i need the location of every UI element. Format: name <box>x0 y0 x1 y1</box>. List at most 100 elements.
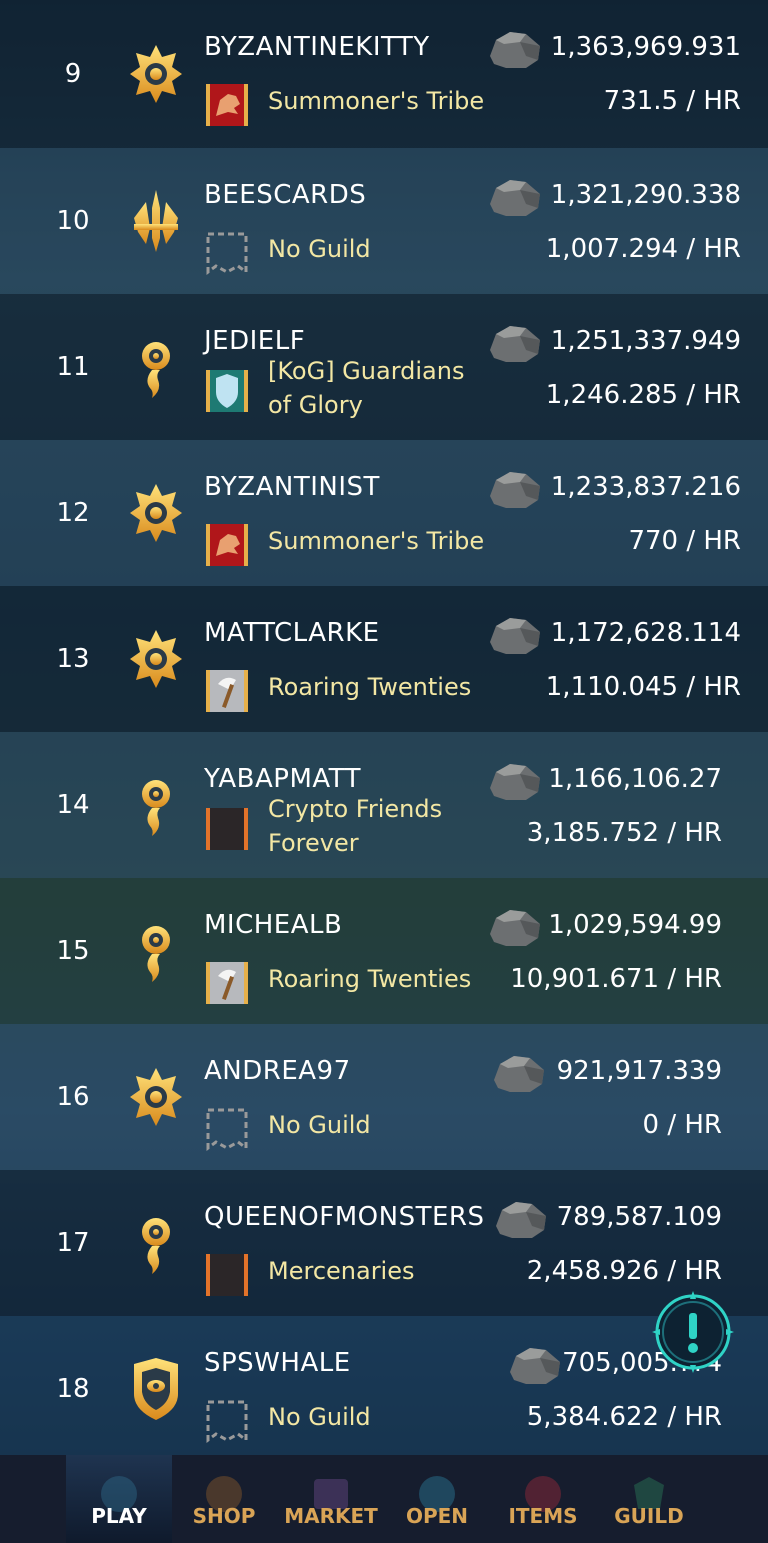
tab-open[interactable]: OPEN <box>390 1455 484 1543</box>
guild-banner-icon <box>204 1252 250 1298</box>
player-name[interactable]: BEESCARDS <box>204 180 366 210</box>
rock-icon <box>486 904 544 950</box>
rank-number: 15 <box>56 936 90 966</box>
total-value: 1,029,594.99 <box>548 910 722 940</box>
tab-market[interactable]: MARKET <box>280 1455 382 1543</box>
guild-name[interactable]: Mercenaries <box>268 1254 488 1288</box>
tab-market-label: MARKET <box>284 1504 378 1528</box>
leaderboard-row[interactable]: 11 JEDIELF [KoG] Guardians of Glory 1,25… <box>0 294 768 440</box>
tab-guild-label: GUILD <box>614 1504 684 1528</box>
rank-number: 18 <box>56 1374 90 1404</box>
tab-play[interactable]: PLAY <box>66 1455 172 1543</box>
gold-league-icon <box>128 626 184 692</box>
guild-name[interactable]: Roaring Twenties <box>268 670 488 704</box>
leaderboard-row[interactable]: 14 YABAPMATT Crypto Friends Forever 1,16… <box>0 732 768 878</box>
rank-number: 17 <box>56 1228 90 1258</box>
rock-icon <box>490 1050 548 1096</box>
player-name[interactable]: MICHEALB <box>204 910 342 940</box>
player-name[interactable]: JEDIELF <box>204 326 305 356</box>
no-guild-icon <box>204 1106 250 1152</box>
hourly-rate: 0 / HR <box>642 1110 722 1140</box>
player-name[interactable]: BYZANTINEKITTY <box>204 32 430 62</box>
rank-number: 10 <box>56 206 90 236</box>
leaderboard-row[interactable]: 15 MICHEALB Roaring Twenties 1,029,594.9… <box>0 878 768 1024</box>
total-value: 1,321,290.338 <box>550 180 741 210</box>
guild-name: No Guild <box>268 235 371 263</box>
rank-number: 13 <box>56 644 90 674</box>
total-value: 1,251,337.949 <box>550 326 741 356</box>
hourly-rate: 10,901.671 / HR <box>510 964 722 994</box>
tab-play-label: PLAY <box>91 1504 147 1528</box>
leaderboard-row[interactable]: 13 MATTCLARKE Roaring Twenties 1,172,628… <box>0 586 768 732</box>
rock-icon <box>486 466 544 512</box>
guild-name-line: [KoG] Guardians <box>268 357 465 385</box>
player-name[interactable]: ANDREA97 <box>204 1056 351 1086</box>
silver-league-icon <box>128 772 184 838</box>
tab-shop[interactable]: SHOP <box>176 1455 272 1543</box>
rock-icon <box>486 174 544 220</box>
rank-number: 11 <box>56 352 90 382</box>
player-name[interactable]: YABAPMATT <box>204 764 361 794</box>
tab-items-label: ITEMS <box>508 1504 578 1528</box>
hourly-rate: 1,246.285 / HR <box>545 380 741 410</box>
tab-guild[interactable]: GUILD <box>600 1455 698 1543</box>
guild-banner-icon <box>204 82 250 128</box>
rank-number: 9 <box>64 59 82 89</box>
no-guild-icon <box>204 230 250 276</box>
alert-icon[interactable] <box>650 1289 736 1375</box>
leaderboard-row[interactable]: 16 ANDREA97 No Guild 921,917.339 0 / HR <box>0 1024 768 1170</box>
tab-items[interactable]: ITEMS <box>494 1455 592 1543</box>
champion-league-icon <box>128 1356 184 1422</box>
guild-name-line: Crypto Friends <box>268 795 443 823</box>
rank-number: 14 <box>56 790 90 820</box>
guild-name[interactable]: Summoner's Tribe <box>268 84 488 118</box>
guild-name: No Guild <box>268 1111 371 1139</box>
gold-league-icon <box>128 41 184 107</box>
total-value: 1,363,969.931 <box>550 32 741 62</box>
rock-icon <box>486 26 544 72</box>
hourly-rate: 3,185.752 / HR <box>526 818 722 848</box>
tab-shop-label: SHOP <box>192 1504 256 1528</box>
rock-icon <box>492 1196 550 1242</box>
total-value: 789,587.109 <box>556 1202 722 1232</box>
total-value: 1,233,837.216 <box>550 472 741 502</box>
leaderboard-row[interactable]: 12 BYZANTINIST Summoner's Tribe 1,233,83… <box>0 440 768 586</box>
guild-name[interactable]: Summoner's Tribe <box>268 524 488 558</box>
hourly-rate: 731.5 / HR <box>603 86 741 116</box>
player-name[interactable]: BYZANTINIST <box>204 472 380 502</box>
leaderboard-row[interactable]: 10 BEESCARDS No Guild 1,321,290.338 1,00… <box>0 148 768 294</box>
guild-name[interactable]: [KoG] Guardians of Glory <box>268 354 488 422</box>
leaderboard-list: 9 BYZANTINEKITTY Summoner's Tribe 1,363,… <box>0 0 768 1462</box>
guild-name-line: of Glory <box>268 391 363 419</box>
gold-league-icon <box>128 1064 184 1130</box>
rank-number: 12 <box>56 498 90 528</box>
player-name[interactable]: SPSWHALE <box>204 1348 351 1378</box>
rock-icon <box>486 612 544 658</box>
rock-icon <box>486 320 544 366</box>
tab-open-label: OPEN <box>405 1504 469 1528</box>
gold-league-icon <box>128 480 184 546</box>
diamond-league-icon <box>128 188 184 254</box>
guild-banner-icon <box>204 368 250 414</box>
hourly-rate: 770 / HR <box>628 526 741 556</box>
guild-name[interactable]: Roaring Twenties <box>268 962 488 996</box>
total-value: 1,166,106.27 <box>548 764 722 794</box>
guild-banner-icon <box>204 960 250 1006</box>
player-name[interactable]: QUEENOFMONSTERS <box>204 1202 484 1232</box>
rank-number: 16 <box>56 1082 90 1112</box>
rock-icon <box>506 1342 564 1388</box>
silver-league-icon <box>128 334 184 400</box>
total-value: 1,172,628.114 <box>550 618 741 648</box>
guild-banner-icon <box>204 668 250 714</box>
silver-league-icon <box>128 918 184 984</box>
player-name[interactable]: MATTCLARKE <box>204 618 380 648</box>
hourly-rate: 1,110.045 / HR <box>545 672 741 702</box>
guild-name: No Guild <box>268 1403 371 1431</box>
hourly-rate: 1,007.294 / HR <box>545 234 741 264</box>
guild-name[interactable]: Crypto Friends Forever <box>268 792 488 860</box>
total-value: 921,917.339 <box>556 1056 722 1086</box>
hourly-rate: 5,384.622 / HR <box>526 1402 722 1432</box>
leaderboard-row[interactable]: 9 BYZANTINEKITTY Summoner's Tribe 1,363,… <box>0 0 768 148</box>
hourly-rate: 2,458.926 / HR <box>526 1256 722 1286</box>
silver-league-icon <box>128 1210 184 1276</box>
